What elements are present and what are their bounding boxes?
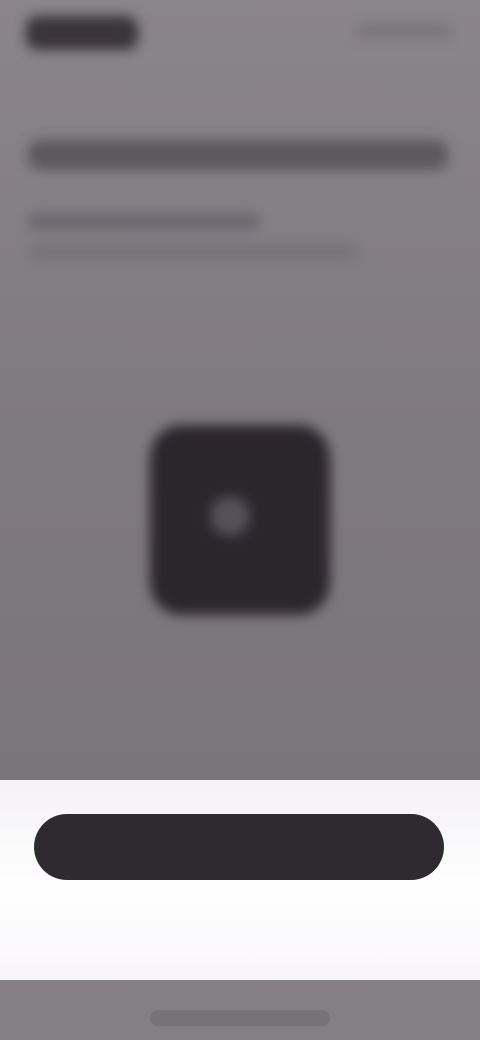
top-right-text (356, 24, 452, 38)
app-area (0, 0, 480, 780)
app-logo (26, 16, 138, 50)
image-icon (210, 496, 250, 536)
page-title (28, 140, 448, 170)
screen (0, 0, 480, 1040)
home-indicator[interactable] (150, 1010, 330, 1026)
bottom-sheet-background (0, 780, 480, 980)
bottom-sheet (0, 780, 480, 980)
secondary-action-link[interactable] (165, 905, 315, 933)
subtitle-line-2 (28, 244, 358, 260)
primary-action-button[interactable] (34, 814, 444, 880)
subtitle-line-1 (28, 212, 260, 230)
